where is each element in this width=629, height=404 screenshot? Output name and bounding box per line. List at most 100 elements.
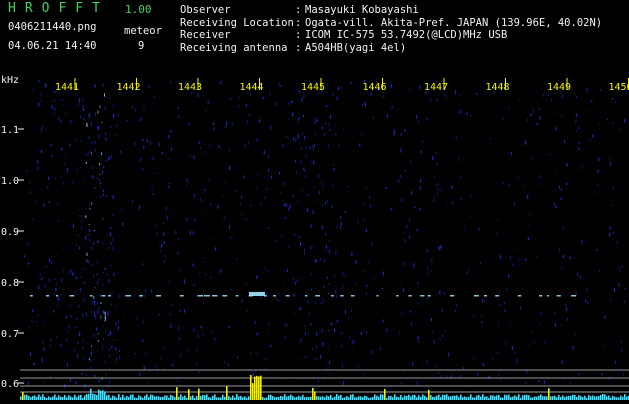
noise-speck xyxy=(265,359,266,361)
noise-speck xyxy=(91,367,92,370)
noise-speck xyxy=(386,329,387,333)
noise-speck xyxy=(444,94,445,96)
noise-speck xyxy=(516,360,517,364)
noise-speck xyxy=(242,299,243,303)
level-bar xyxy=(132,394,134,400)
level-bar xyxy=(270,395,272,400)
noise-speck xyxy=(82,314,83,316)
noise-speck xyxy=(610,162,611,166)
noise-speck xyxy=(142,264,143,265)
noise-speck xyxy=(605,316,606,319)
noise-speck xyxy=(564,140,565,143)
level-bar xyxy=(42,394,44,400)
noise-speck xyxy=(147,383,148,384)
noise-speck xyxy=(200,199,201,201)
level-bar xyxy=(550,396,552,400)
noise-speck xyxy=(47,266,48,267)
noise-speck xyxy=(290,205,291,209)
noise-speck xyxy=(445,95,446,98)
noise-speck xyxy=(206,274,207,275)
noise-speck xyxy=(418,336,419,340)
noise-speck xyxy=(304,136,305,139)
noise-speck xyxy=(370,204,371,207)
noise-speck xyxy=(284,282,285,283)
noise-speck xyxy=(80,288,81,292)
level-bar xyxy=(390,396,392,400)
noise-speck xyxy=(576,96,577,98)
noise-speck xyxy=(315,302,316,305)
time-tick-label: 1450 xyxy=(609,82,629,93)
noise-speck xyxy=(602,313,603,314)
noise-speck xyxy=(539,175,540,177)
noise-speck xyxy=(610,299,611,300)
noise-speck xyxy=(208,101,209,104)
noise-speck xyxy=(101,302,102,304)
noise-speck xyxy=(503,182,504,184)
noise-speck xyxy=(187,179,188,182)
noise-speck xyxy=(110,232,111,236)
noise-speck xyxy=(441,190,442,192)
noise-speck xyxy=(613,123,614,125)
level-bar xyxy=(150,395,152,401)
noise-speck xyxy=(171,148,172,151)
level-bar xyxy=(164,396,166,401)
noise-speck xyxy=(359,144,360,147)
noise-speck xyxy=(285,336,286,339)
noise-speck xyxy=(71,315,72,317)
noise-speck xyxy=(460,95,461,96)
noise-speck xyxy=(404,232,405,233)
app-version: 1.00 xyxy=(125,3,152,16)
noise-speck xyxy=(231,98,232,100)
level-bar xyxy=(364,396,366,400)
noise-speck xyxy=(51,144,52,146)
noise-speck xyxy=(109,355,110,357)
noise-speck xyxy=(323,286,324,288)
carrier-trace xyxy=(101,295,105,297)
noise-speck xyxy=(421,151,422,153)
noise-speck xyxy=(366,331,367,334)
noise-speck xyxy=(329,241,330,243)
noise-speck xyxy=(100,182,101,184)
noise-speck xyxy=(292,113,293,117)
level-bar xyxy=(408,395,410,400)
noise-speck xyxy=(613,188,614,189)
noise-speck xyxy=(76,318,77,321)
level-bar xyxy=(286,397,288,400)
frequency-tick-label: 0.9 xyxy=(1,227,19,238)
level-bar xyxy=(482,394,484,400)
noise-speck xyxy=(91,123,92,125)
noise-speck xyxy=(439,291,440,295)
level-bar xyxy=(90,389,92,400)
noise-speck xyxy=(95,141,96,144)
noise-speck xyxy=(292,101,293,103)
level-bar xyxy=(572,395,574,400)
noise-speck xyxy=(561,189,562,191)
noise-speck xyxy=(108,279,109,283)
noise-speck xyxy=(111,345,112,349)
noise-speck xyxy=(366,292,367,295)
noise-speck xyxy=(460,287,461,288)
noise-speck xyxy=(446,375,447,376)
noise-speck xyxy=(258,174,259,175)
level-bar xyxy=(20,396,22,400)
noise-speck xyxy=(79,215,80,217)
level-bar xyxy=(114,396,116,400)
noise-speck xyxy=(322,181,323,184)
noise-speck xyxy=(259,119,260,123)
level-bar xyxy=(222,395,224,400)
noise-speck xyxy=(139,206,140,210)
noise-speck xyxy=(98,240,99,243)
noise-speck xyxy=(28,262,29,264)
noise-speck xyxy=(614,288,615,292)
noise-speck xyxy=(73,274,74,277)
level-bar xyxy=(64,395,66,400)
noise-speck xyxy=(514,351,515,353)
noise-speck xyxy=(56,305,57,307)
noise-speck xyxy=(32,219,33,221)
noise-speck xyxy=(37,166,38,170)
noise-speck xyxy=(257,333,258,336)
noise-speck xyxy=(334,329,335,333)
noise-speck xyxy=(100,315,101,319)
noise-speck xyxy=(161,244,162,247)
noise-speck xyxy=(95,318,96,320)
